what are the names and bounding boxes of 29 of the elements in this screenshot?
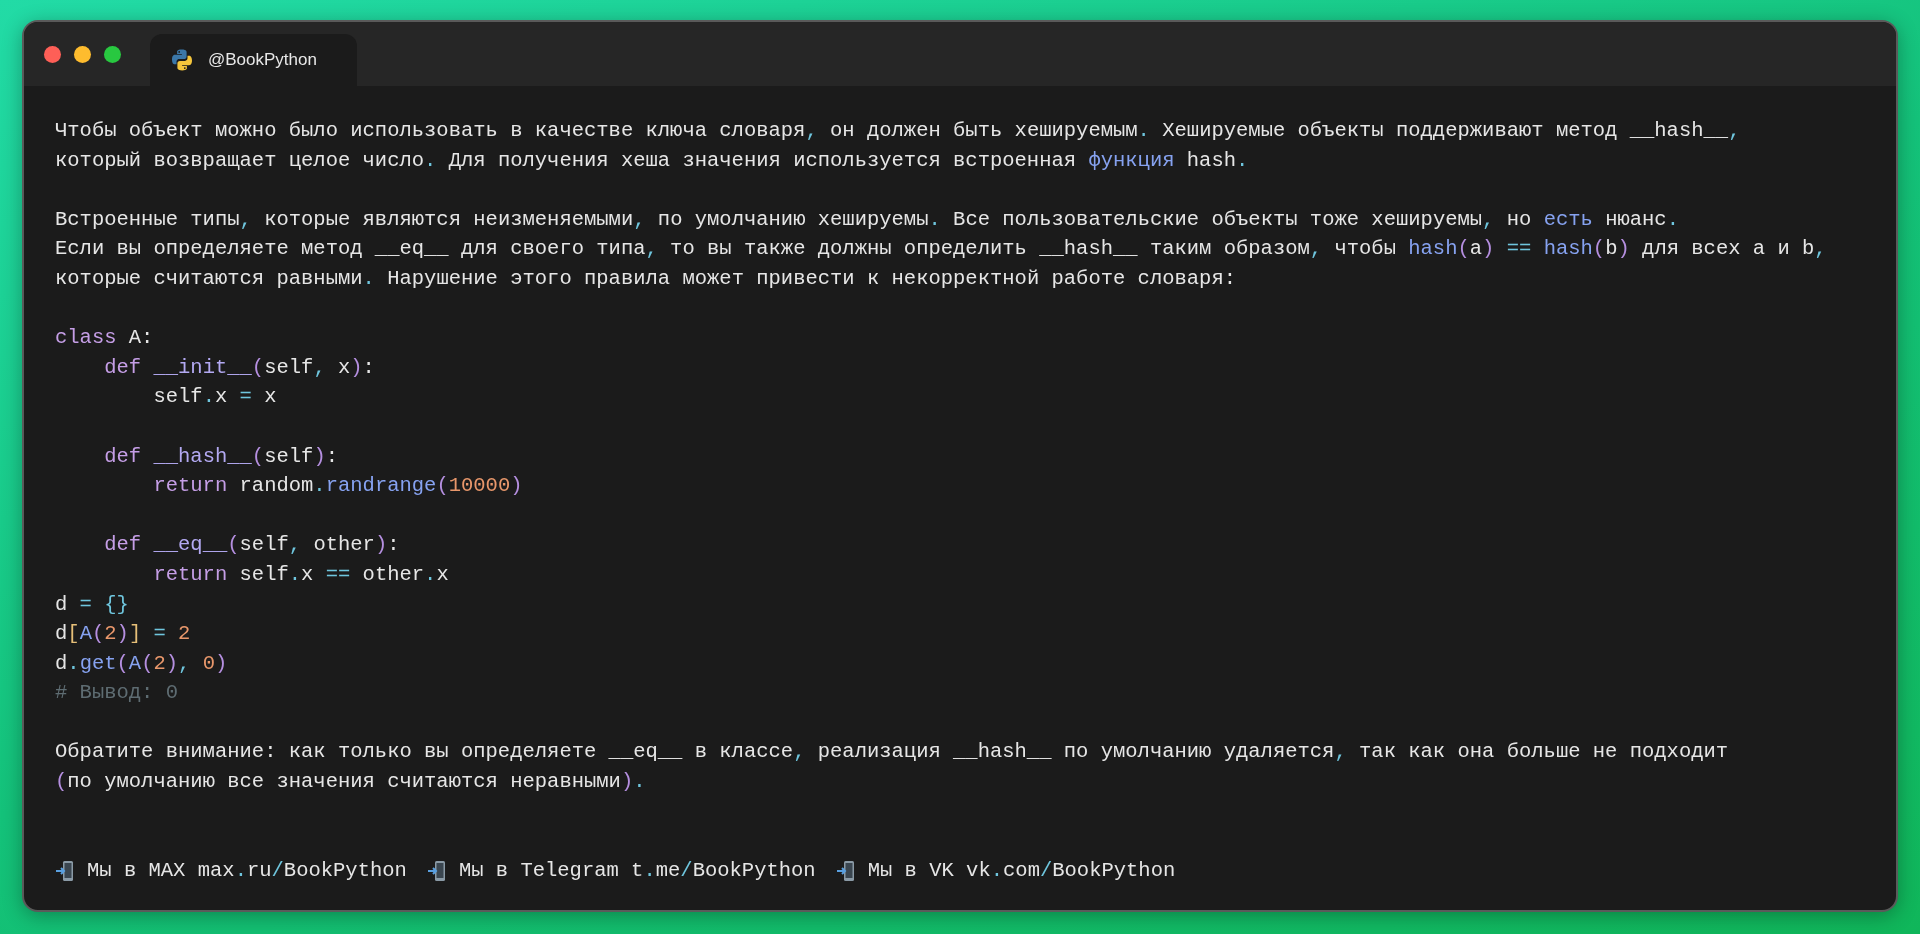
phone-icon [426,859,447,882]
code-line: # Вывод: 0 [55,680,179,707]
code-line: class A: [55,325,154,352]
code-line: def __hash__(self): [103,443,338,470]
text-line: (по умолчанию все значения считаются неравными). [55,769,646,796]
python-logo-icon [170,48,194,72]
code-line: self.x = x [152,384,277,411]
text-line: Чтобы объект можно было использовать в качестве ключа словаря, он должен быть хешируемым. Хешируемые объекты поддерживают метод __hash__, [55,118,1741,144]
window-tab[interactable]: @BookPython [150,34,357,86]
code-line: d[A(2)] = 2 [55,621,191,648]
code-line: def __eq__(self, other): [103,532,400,559]
footer-text: Мы в VK vk.com/BookPython [867,857,1176,884]
text-line: который возвращает целое число. Для получения хеша значения используется встроенная функция hash. [55,147,1249,174]
close-button[interactable] [44,45,61,63]
phone-icon [835,859,856,882]
text-line: которые считаются равными. Нарушение этого правила может привести к некорректной работе словаря: [55,265,1236,292]
text-line: Если вы определяете метод __eq__ для своего типа, то вы также должны определить __hash__ таким образом, чтобы hash(a) == hash(b) для всех a и b, [55,236,1827,263]
text-line: Обратите внимание: как только вы определяете __eq__ в классе, реализация __hash__ по умолчанию удаляется, так как она больше не подходит [55,739,1729,766]
code-line: d = {} [55,591,129,618]
code-line: return self.x == other.x [152,561,449,588]
code-line: return random.randrange(10000) [152,473,523,500]
footer-text: Мы в MAX max.ru/BookPython [87,857,407,884]
minimize-button[interactable] [74,45,91,63]
text-line: Встроенные типы, которые являются неизменяемыми, по умолчанию хешируемы. Все пользовательские объекты тоже хешируемы, но есть нюанс. [55,206,1679,233]
phone-icon [55,859,75,882]
footer-text: Мы в Telegram t.me/BookPython [458,857,816,884]
code-line: def __init__(self, x): [103,354,375,381]
maximize-button[interactable] [104,45,121,63]
code-line: d.get(A(2), 0) [55,650,228,677]
